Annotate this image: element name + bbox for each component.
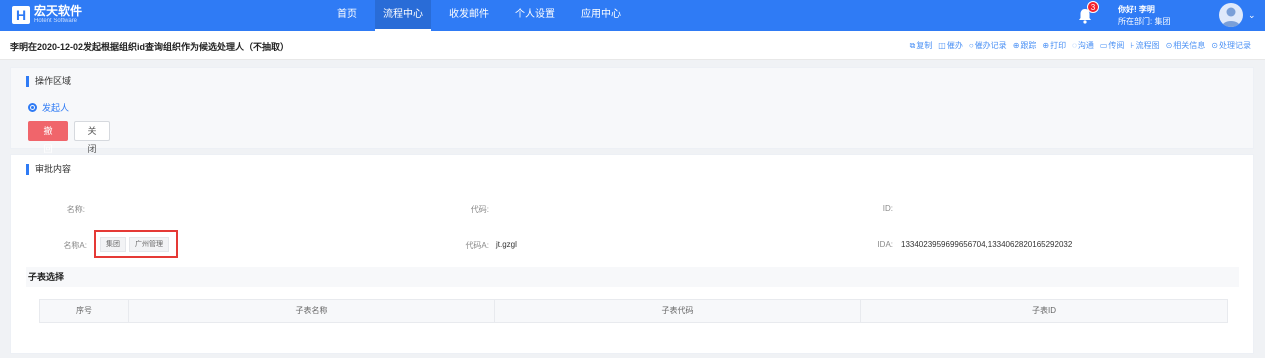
follow-button[interactable]: ⊕ 跟踪 <box>1013 40 1037 51</box>
history-icon: ⊙ <box>1211 41 1218 50</box>
nav-item-mail[interactable]: 收发邮件 <box>441 0 497 31</box>
communicate-icon: ◌ <box>1072 41 1077 50</box>
column-header-subtable-name: 子表名称 <box>129 300 495 322</box>
top-navbar: H 宏天软件 Hotent Software 首页 流程中心 收发邮件 个人设置… <box>0 0 1265 31</box>
communicate-label: 沟通 <box>1077 41 1094 50</box>
history-label: 处理记录 <box>1219 41 1251 50</box>
user-info: 你好! 李明 所在部门: 集团 <box>1118 4 1170 28</box>
circulate-button[interactable]: ▭ 传阅 <box>1100 40 1125 51</box>
copy-label: 复制 <box>916 41 933 50</box>
user-avatar-icon <box>1222 7 1240 27</box>
close-button[interactable]: 关闭 <box>74 121 110 154</box>
name-a-tags-highlight: 集团 广州管理 <box>94 230 178 258</box>
subtable-title: 子表选择 <box>26 267 1239 287</box>
print-label: 打印 <box>1050 41 1067 50</box>
flowchart-button[interactable]: ⊦ 流程图 <box>1130 40 1159 51</box>
operation-section-title: 操作区域 <box>26 76 71 87</box>
subtable-header: 序号 子表名称 子表代码 子表ID <box>39 299 1228 323</box>
main-nav: 首页 流程中心 收发邮件 个人设置 应用中心 <box>329 0 639 31</box>
code-label: 代码: <box>470 205 489 214</box>
history-button[interactable]: ⊙ 处理记录 <box>1211 40 1251 51</box>
urge-label: 催办 <box>946 41 963 50</box>
print-icon: ⊕ <box>1042 41 1050 50</box>
withdraw-button[interactable]: 撤 回 <box>28 121 68 154</box>
operation-panel: 操作区域 发起人 撤 回 关闭 <box>10 67 1254 154</box>
urge-icon: ◫ <box>938 41 946 50</box>
avatar[interactable] <box>1219 3 1243 27</box>
flowchart-icon: ⊦ <box>1130 41 1135 50</box>
communicate-button[interactable]: ◌ 沟通 <box>1072 40 1094 51</box>
follow-icon: ⊕ <box>1012 41 1020 50</box>
column-header-subtable-id: 子表ID <box>1032 306 1056 315</box>
copy-button[interactable]: ⧉ 复制 <box>910 40 933 51</box>
nav-item-app-center[interactable]: 应用中心 <box>573 0 629 31</box>
chevron-down-icon[interactable]: ⌄ <box>1248 10 1256 21</box>
urge-button[interactable]: ◫ 催办 <box>938 40 963 51</box>
print-button[interactable]: ⊕ 打印 <box>1042 40 1066 51</box>
column-header-index: 序号 <box>40 300 129 322</box>
code-a-value: jt.gzgl <box>496 240 517 249</box>
urge-record-button[interactable]: ○ 催办记录 <box>969 40 1007 51</box>
circulate-icon: ▭ <box>1099 41 1108 50</box>
id-label: ID: <box>882 204 893 213</box>
initiator-radio-label: 发起人 <box>42 103 70 113</box>
user-greeting: 你好! 李明 <box>1118 5 1155 14</box>
nav-item-personal-settings[interactable]: 个人设置 <box>507 0 563 31</box>
related-info-label: 相关信息 <box>1173 41 1206 50</box>
search-icon: ○ <box>968 41 974 50</box>
nav-item-process-center[interactable]: 流程中心 <box>375 0 431 31</box>
flowchart-label: 流程图 <box>1135 41 1160 50</box>
approval-section-title: 审批内容 <box>26 164 71 175</box>
approval-panel: 审批内容 名称: 代码: ID: 名称A: 集团 广州管理 代码A: jt.gz… <box>10 154 1254 354</box>
code-a-label: 代码A: <box>465 241 489 250</box>
initiator-radio[interactable]: 发起人 <box>28 101 69 114</box>
name-a-label: 名称A: <box>63 241 87 250</box>
radio-checked-icon <box>28 103 37 112</box>
brand-logo[interactable]: H 宏天软件 Hotent Software <box>12 5 82 24</box>
circulate-label: 传阅 <box>1108 41 1125 50</box>
document-header: 李明在2020-12-02发起根据组织id查询组织作为候选处理人（不抽取） ⧉ 复… <box>0 31 1265 60</box>
tag-guangzhou-management[interactable]: 广州管理 <box>129 236 169 252</box>
action-toolbar: ⧉ 复制 ◫ 催办 ○ 催办记录 ⊕ 跟踪 ⊕ 打印 ◌ 沟通 ▭ 传阅 ⊦ 流程图 ⊙ 相关信息… <box>904 40 1251 51</box>
notification-badge: 3 <box>1087 1 1099 13</box>
brand-name: 宏天软件 <box>34 4 83 18</box>
user-department: 所在部门: 集团 <box>1118 17 1171 26</box>
related-info-icon: ⊙ <box>1165 41 1173 50</box>
id-a-label: IDA: <box>877 240 893 249</box>
document-title: 李明在2020-12-02发起根据组织id查询组织作为候选处理人（不抽取） <box>10 42 290 52</box>
name-label: 名称: <box>66 205 85 214</box>
related-info-button[interactable]: ⊙ 相关信息 <box>1166 40 1206 51</box>
column-header-subtable-code: 子表代码 <box>495 300 861 322</box>
follow-label: 跟踪 <box>1020 41 1037 50</box>
nav-item-home[interactable]: 首页 <box>329 0 365 31</box>
copy-icon: ⧉ <box>909 40 916 50</box>
brand-subtitle: Hotent Software <box>34 18 78 24</box>
urge-record-label: 催办记录 <box>974 41 1007 50</box>
logo-mark-icon: H <box>12 5 30 24</box>
id-a-value: 1334023959699656704,1334062820165292032 <box>901 240 1073 249</box>
tag-group[interactable]: 集团 <box>100 236 126 252</box>
